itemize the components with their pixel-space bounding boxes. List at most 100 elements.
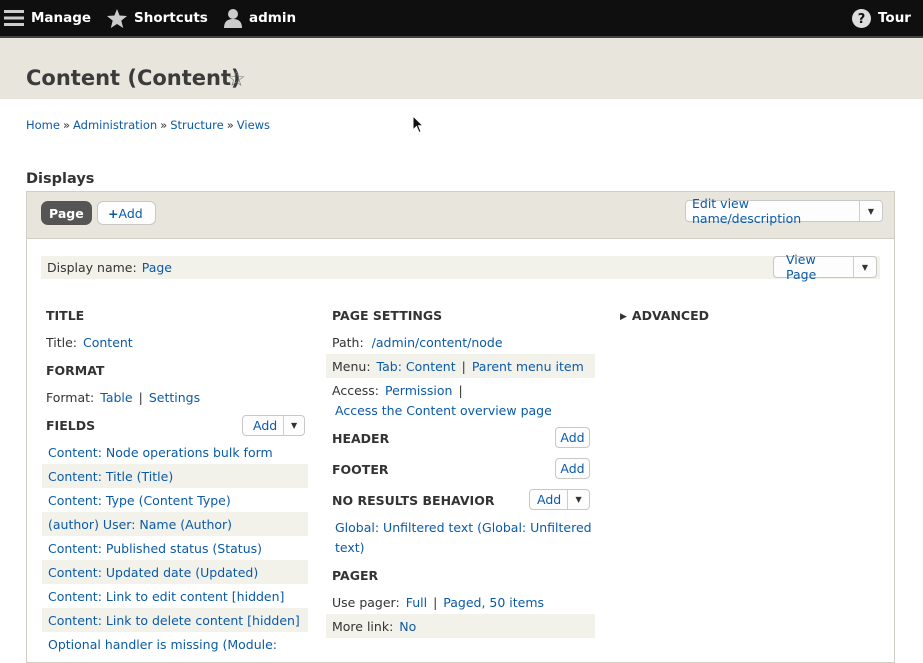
display-name-link[interactable]: Page	[142, 260, 172, 275]
more-link-row: More link: No	[326, 614, 595, 638]
user-label: admin	[249, 10, 297, 26]
advanced-label: ADVANCED	[631, 308, 710, 323]
field-link[interactable]: (author) User: Name (Author)	[48, 517, 232, 532]
field-link[interactable]: Content: Title (Title)	[48, 469, 173, 484]
field-item: Optional handler is missing (Module:	[42, 632, 308, 656]
no-results-link-cont[interactable]: text)	[335, 540, 365, 555]
edit-view-name-button[interactable]: Edit view name/description ▼	[685, 196, 883, 226]
separator: |	[433, 594, 438, 610]
chevron-down-icon[interactable]: ▼	[283, 416, 304, 435]
field-item: Content: Link to delete content [hidden]	[42, 608, 308, 632]
field-link[interactable]: Content: Type (Content Type)	[48, 493, 231, 508]
no-results-add-button[interactable]: Add ▼	[529, 489, 590, 510]
access-permission-link[interactable]: Permission	[385, 383, 452, 398]
breadcrumb-administration[interactable]: Administration	[73, 118, 157, 132]
add-display-button[interactable]: +Add	[97, 201, 156, 225]
pager-heading: PAGER	[332, 568, 379, 583]
breadcrumb-separator: »	[160, 118, 168, 132]
more-link-label: More link:	[332, 618, 394, 634]
display-name-row: Display name: Page View Page ▼	[41, 252, 880, 282]
field-item: Content: Updated date (Updated)	[42, 560, 308, 584]
footer-add-button[interactable]: Add	[555, 458, 590, 479]
displays-panel: Page +Add Edit view name/description ▼ D…	[26, 191, 895, 663]
field-item: Content: Type (Content Type)	[42, 488, 308, 512]
shortcuts-menu-button[interactable]: Shortcuts	[107, 0, 208, 36]
admin-toolbar: Manage Shortcuts admin ? Tour	[0, 0, 923, 38]
no-results-link[interactable]: Global: Unfiltered text (Global: Unfilte…	[335, 520, 592, 535]
field-link[interactable]: Content: Updated date (Updated)	[48, 565, 258, 580]
access-detail-link[interactable]: Access the Content overview page	[335, 403, 552, 418]
shortcut-star-icon[interactable]: ☆	[227, 67, 246, 91]
hamburger-icon	[4, 9, 24, 27]
tour-label: Tour	[878, 10, 911, 26]
path-row: Path: /admin/content/node	[326, 330, 595, 354]
breadcrumb-separator: »	[226, 118, 234, 132]
user-icon	[224, 8, 242, 28]
format-settings-link[interactable]: Settings	[149, 390, 200, 405]
use-pager-label: Use pager:	[332, 594, 400, 610]
manage-label: Manage	[31, 10, 92, 26]
field-item: Content: Title (Title)	[42, 464, 308, 488]
format-label: Format:	[46, 389, 95, 405]
tour-button[interactable]: ? Tour	[852, 0, 911, 36]
chevron-down-icon[interactable]: ▼	[567, 490, 589, 509]
fields-add-label: Add	[253, 418, 278, 433]
breadcrumb-home[interactable]: Home	[26, 118, 60, 132]
tab-page[interactable]: Page	[41, 201, 92, 225]
menu-tab-link[interactable]: Tab: Content	[377, 359, 456, 374]
no-results-item-cont: text)	[329, 535, 598, 559]
field-item: Content: Link to edit content [hidden]	[42, 584, 308, 608]
page-settings-heading: PAGE SETTINGS	[332, 308, 443, 323]
header-heading: HEADER	[332, 431, 390, 446]
user-menu-button[interactable]: admin	[224, 0, 296, 36]
menu-row: Menu: Tab: Content | Parent menu item	[326, 354, 595, 378]
triangle-right-icon: ▶	[620, 312, 627, 322]
more-link-link[interactable]: No	[399, 619, 416, 634]
separator: |	[461, 358, 466, 374]
header-add-button[interactable]: Add	[555, 427, 590, 448]
access-detail-row: Access the Content overview page	[329, 398, 598, 422]
title-row: Title: Content	[40, 330, 308, 354]
field-link[interactable]: Content: Published status (Status)	[48, 541, 262, 556]
view-page-button[interactable]: View Page ▼	[773, 252, 877, 282]
format-heading: FORMAT	[46, 363, 105, 378]
help-icon: ?	[852, 8, 871, 28]
access-label: Access:	[332, 382, 380, 398]
star-icon	[107, 8, 127, 28]
manage-menu-button[interactable]: Manage	[4, 0, 91, 36]
advanced-toggle[interactable]: ▶ ADVANCED	[620, 308, 709, 323]
separator: |	[138, 389, 143, 405]
edit-view-name-label: Edit view name/description	[692, 196, 802, 226]
title-value-link[interactable]: Content	[83, 335, 133, 350]
path-label: Path:	[332, 334, 364, 350]
field-link[interactable]: Optional handler is missing (Module:	[48, 637, 277, 652]
pager-options-link[interactable]: Paged, 50 items	[443, 595, 544, 610]
view-page-label: View Page	[786, 252, 817, 282]
parent-menu-item-link[interactable]: Parent menu item	[472, 359, 584, 374]
mouse-cursor-icon	[412, 115, 424, 134]
field-link[interactable]: Content: Node operations bulk form	[48, 445, 273, 460]
field-link[interactable]: Content: Link to delete content [hidden]	[48, 613, 300, 628]
chevron-down-icon[interactable]: ▼	[859, 201, 882, 221]
breadcrumb-structure[interactable]: Structure	[170, 118, 224, 132]
breadcrumb-separator: »	[62, 118, 71, 132]
no-results-heading: NO RESULTS BEHAVIOR	[332, 493, 495, 508]
field-item: Content: Published status (Status)	[42, 536, 308, 560]
breadcrumb-views[interactable]: Views	[237, 118, 270, 132]
field-item: (author) User: Name (Author)	[42, 512, 308, 536]
use-pager-link[interactable]: Full	[406, 595, 427, 610]
format-row: Format: Table | Settings	[40, 385, 308, 409]
fields-add-button[interactable]: Add ▼	[242, 415, 305, 436]
svg-text:?: ?	[858, 12, 866, 27]
page-title: Content (Content)	[26, 66, 241, 90]
path-link[interactable]: /admin/content/node	[372, 335, 503, 350]
chevron-down-icon[interactable]: ▼	[853, 257, 876, 277]
title-heading: TITLE	[46, 308, 85, 323]
format-table-link[interactable]: Table	[100, 390, 132, 405]
field-link[interactable]: Content: Link to edit content [hidden]	[48, 589, 284, 604]
display-name-label: Display name:	[47, 260, 137, 275]
shortcuts-label: Shortcuts	[134, 10, 208, 26]
displays-heading: Displays	[26, 171, 95, 187]
footer-heading: FOOTER	[332, 462, 389, 477]
fields-heading: FIELDS	[46, 418, 96, 433]
